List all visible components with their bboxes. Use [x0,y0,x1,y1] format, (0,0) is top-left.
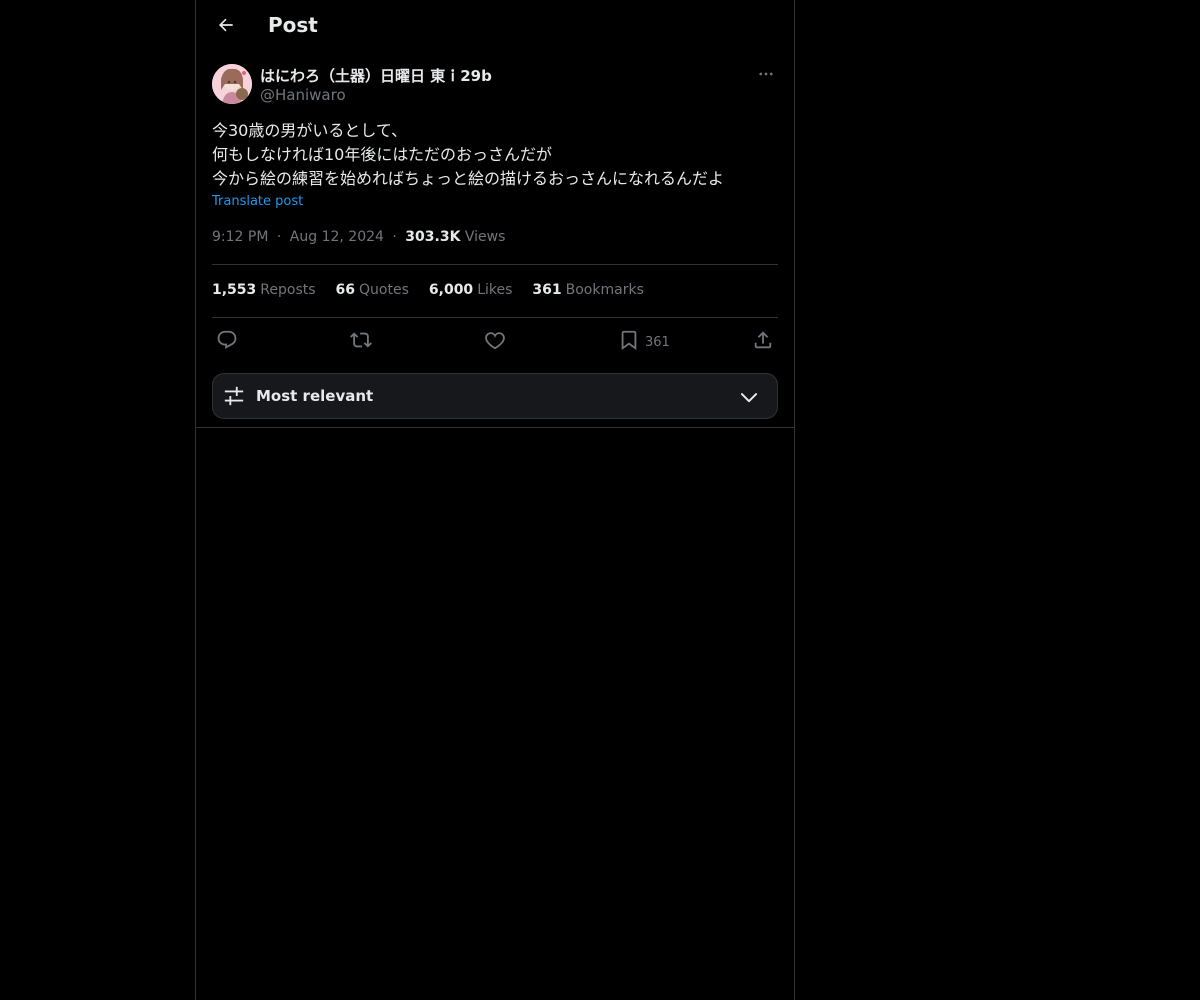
post-meta: 9:12 PM · Aug 12, 2024 · 303.3K Views [212,229,505,245]
reply-button[interactable] [216,328,238,356]
arrow-left-icon [216,15,236,39]
repost-button[interactable] [350,328,372,356]
post-text-line: 今から絵の練習を始めればちょっと絵の描けるおっさんになれるんだよ [212,169,725,188]
post-text: 今30歳の男がいるとして、 何もしなければ10年後にはただのおっさんだが 今から… [212,119,778,191]
reply-icon [216,329,238,355]
page-title: Post [268,13,318,37]
more-horizontal-icon [757,65,775,87]
bookmark-count: 361 [645,334,670,350]
reposts-count: 1,553 [212,282,257,298]
repost-icon [350,329,372,355]
bookmarks-count: 361 [532,282,562,298]
views-label: Views [464,229,506,245]
action-bar: 361 [212,328,778,356]
sort-replies-dropdown[interactable]: Most relevant [212,373,778,419]
quotes-stat[interactable]: 66 Quotes [336,282,409,298]
translate-post-link[interactable]: Translate post [212,194,303,209]
meta-separator: · [392,229,397,245]
bookmark-button[interactable]: 361 [618,328,670,356]
sort-label: Most relevant [256,387,374,405]
bookmarks-stat[interactable]: 361 Bookmarks [532,282,643,298]
post-text-line: 今30歳の男がいるとして、 [212,121,408,140]
views-count: 303.3K [405,229,461,245]
chevron-down-icon [739,387,759,411]
post-text-line: 何もしなければ10年後にはただのおっさんだが [212,145,553,164]
bookmarks-label: Bookmarks [565,282,644,298]
meta-separator: · [276,229,282,245]
quotes-count: 66 [335,282,356,298]
quotes-label: Quotes [359,282,409,298]
like-button[interactable] [484,328,506,356]
post-stats: 1,553 Reposts 66 Quotes 6,000 Likes 361 Book… [212,282,644,298]
divider [212,317,778,318]
more-options-button[interactable] [754,64,778,88]
avatar[interactable] [212,64,252,104]
divider [196,427,794,428]
post-time[interactable]: 9:12 PM [212,229,268,245]
likes-stat[interactable]: 6,000 Likes [429,282,513,298]
author-handle[interactable]: @Haniwaro [260,86,346,104]
post-date[interactable]: Aug 12, 2024 [290,229,384,245]
top-bar: Post [196,0,794,53]
heart-icon [484,329,506,355]
likes-label: Likes [477,282,513,298]
reposts-stat[interactable]: 1,553 Reposts [212,282,316,298]
reposts-label: Reposts [260,282,316,298]
share-icon [752,329,774,355]
sliders-icon [223,385,245,411]
main-column: Post はにわろ（土器）日曜日 東ｉ29b @Haniwaro 今30歳の男が… [195,0,795,1000]
share-button[interactable] [752,328,774,356]
likes-count: 6,000 [428,282,474,298]
bookmark-icon [618,329,640,355]
divider [212,264,778,265]
author-display-name[interactable]: はにわろ（土器）日曜日 東ｉ29b [260,65,492,86]
back-button[interactable] [208,9,244,45]
